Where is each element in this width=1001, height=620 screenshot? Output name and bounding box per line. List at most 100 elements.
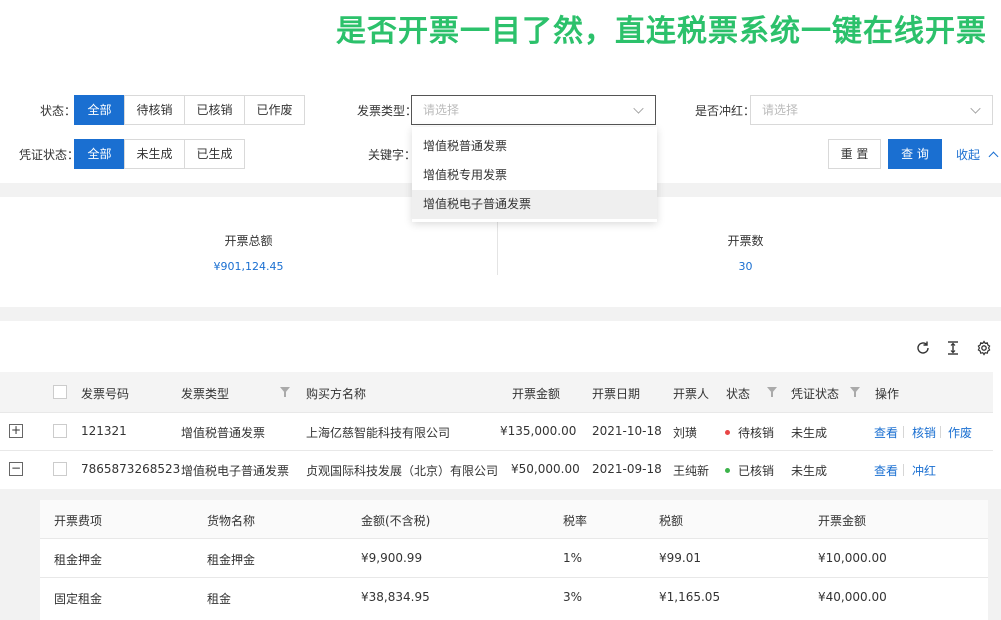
verify-link[interactable]: 核销 bbox=[912, 424, 936, 441]
status-option-verified[interactable]: 已核销 bbox=[184, 95, 245, 125]
invoice-type-placeholder: 请选择 bbox=[423, 103, 460, 117]
voucher-option-generated[interactable]: 已生成 bbox=[184, 139, 245, 169]
view-link[interactable]: 查看 bbox=[874, 424, 898, 441]
status-option-voided[interactable]: 已作废 bbox=[244, 95, 305, 125]
fee-item: 租金押金 bbox=[54, 553, 103, 567]
invoice-type: 增值税电子普通发票 bbox=[181, 464, 290, 478]
col-invoice-no: 发票号码 bbox=[81, 387, 130, 401]
column-height-icon[interactable] bbox=[946, 340, 960, 356]
promo-banner-title: 是否开票一目了然，直连税票系统一键在线开票 bbox=[336, 14, 987, 49]
total-amount-value: ¥901,124.45 bbox=[213, 260, 284, 273]
sub-col-tax: 税额 bbox=[659, 514, 684, 528]
action-separator bbox=[903, 464, 904, 476]
row-checkbox[interactable] bbox=[53, 424, 67, 438]
col-buyer: 购买方名称 bbox=[306, 387, 367, 401]
action-separator bbox=[940, 426, 941, 438]
voucher-option-not-generated[interactable]: 未生成 bbox=[124, 139, 185, 169]
section-divider bbox=[0, 307, 1001, 321]
invoice-type-dropdown: 增值税普通发票 增值税专用发票 增值税电子普通发票 bbox=[412, 127, 657, 222]
invoice-no: 121321 bbox=[81, 424, 127, 438]
status-dot bbox=[725, 430, 730, 435]
tax-rate: 1% bbox=[563, 551, 583, 565]
sub-col-net-amount: 金额(不含税) bbox=[361, 514, 431, 528]
invoice-amount: ¥135,000.00 bbox=[500, 424, 577, 438]
filter-icon[interactable] bbox=[850, 387, 860, 397]
net-amount: ¥38,834.95 bbox=[361, 590, 430, 604]
total-amount-label: 开票总额 bbox=[224, 234, 273, 248]
invoice-count-label: 开票数 bbox=[727, 234, 764, 248]
status-filter-label: 状态： bbox=[40, 104, 77, 118]
voucher-option-all[interactable]: 全部 bbox=[74, 139, 125, 169]
keyword-label: 关键字： bbox=[368, 148, 417, 162]
sub-col-goods: 货物名称 bbox=[207, 514, 256, 528]
voucher-filter-group: 全部 未生成 已生成 bbox=[74, 139, 245, 169]
issuer: 王纯新 bbox=[673, 464, 710, 478]
col-amount: 开票金额 bbox=[512, 387, 561, 401]
dropdown-option-special[interactable]: 增值税专用发票 bbox=[412, 161, 657, 190]
collapse-link[interactable]: 收起 bbox=[956, 146, 999, 163]
col-date: 开票日期 bbox=[592, 387, 641, 401]
tax-rate: 3% bbox=[563, 590, 583, 604]
dropdown-option-electronic[interactable]: 增值税电子普通发票 bbox=[412, 190, 657, 219]
status-text: 待核销 bbox=[738, 426, 775, 440]
row-divider bbox=[0, 450, 993, 451]
status-dot bbox=[725, 468, 730, 473]
total-amount: ¥10,000.00 bbox=[818, 551, 887, 565]
col-issuer: 开票人 bbox=[673, 387, 710, 401]
invoice-no: 7865873268523 bbox=[81, 462, 181, 476]
tax-amount: ¥1,165.05 bbox=[659, 590, 721, 604]
issuer: 刘璜 bbox=[673, 426, 698, 440]
reset-button[interactable]: 重 置 bbox=[828, 139, 881, 169]
row-divider bbox=[0, 412, 993, 413]
col-invoice-type: 发票类型 bbox=[181, 387, 230, 401]
status-option-pending[interactable]: 待核销 bbox=[124, 95, 185, 125]
chevron-down-icon bbox=[633, 103, 644, 114]
collapse-row-button[interactable]: − bbox=[9, 462, 23, 476]
buyer-name: 上海亿慈智能科技有限公司 bbox=[306, 426, 451, 440]
reverse-link[interactable]: 冲红 bbox=[912, 462, 936, 479]
collapse-label: 收起 bbox=[956, 148, 981, 162]
action-separator bbox=[903, 426, 904, 438]
invoice-type: 增值税普通发票 bbox=[181, 426, 266, 440]
total-amount: ¥40,000.00 bbox=[818, 590, 887, 604]
settings-icon[interactable] bbox=[976, 340, 992, 356]
filter-icon[interactable] bbox=[767, 387, 777, 397]
goods-name: 租金 bbox=[207, 592, 232, 606]
status-option-all[interactable]: 全部 bbox=[74, 95, 125, 125]
net-amount: ¥9,900.99 bbox=[361, 551, 423, 565]
invoice-type-label: 发票类型： bbox=[357, 104, 418, 118]
sub-col-tax-rate: 税率 bbox=[563, 514, 588, 528]
sub-col-fee-item: 开票费项 bbox=[54, 514, 103, 528]
refresh-icon[interactable] bbox=[915, 340, 931, 356]
invoice-amount: ¥50,000.00 bbox=[511, 462, 580, 476]
col-actions: 操作 bbox=[875, 387, 900, 401]
filter-icon[interactable] bbox=[280, 387, 290, 397]
reversed-filter-label: 是否冲红： bbox=[695, 104, 756, 118]
col-voucher: 凭证状态 bbox=[791, 387, 840, 401]
invoice-date: 2021-09-18 bbox=[592, 462, 662, 476]
invoice-count-value: 30 bbox=[738, 260, 753, 273]
expand-row-button[interactable]: + bbox=[9, 424, 23, 438]
void-link[interactable]: 作废 bbox=[948, 424, 972, 441]
tax-amount: ¥99.01 bbox=[659, 551, 701, 565]
buyer-name: 贞观国际科技发展（北京）有限公司 bbox=[306, 464, 499, 478]
view-link[interactable]: 查看 bbox=[874, 462, 898, 479]
voucher-filter-label: 凭证状态： bbox=[19, 148, 80, 162]
select-all-checkbox[interactable] bbox=[53, 385, 67, 399]
status-filter-group: 全部 待核销 已核销 已作废 bbox=[74, 95, 305, 125]
reversed-select[interactable]: 请选择 bbox=[750, 95, 993, 125]
voucher-status: 未生成 bbox=[791, 464, 828, 478]
goods-name: 租金押金 bbox=[207, 553, 256, 567]
fee-item: 固定租金 bbox=[54, 592, 103, 606]
row-checkbox[interactable] bbox=[53, 462, 67, 476]
dropdown-option-normal[interactable]: 增值税普通发票 bbox=[412, 132, 657, 161]
reversed-placeholder: 请选择 bbox=[762, 103, 799, 117]
query-button[interactable]: 查 询 bbox=[888, 139, 942, 169]
row-divider bbox=[40, 577, 988, 578]
sub-col-total: 开票金额 bbox=[818, 514, 867, 528]
voucher-status: 未生成 bbox=[791, 426, 828, 440]
status-text: 已核销 bbox=[738, 464, 775, 478]
invoice-type-select[interactable]: 请选择 bbox=[411, 95, 656, 125]
invoice-date: 2021-10-18 bbox=[592, 424, 662, 438]
table-header bbox=[0, 372, 993, 412]
